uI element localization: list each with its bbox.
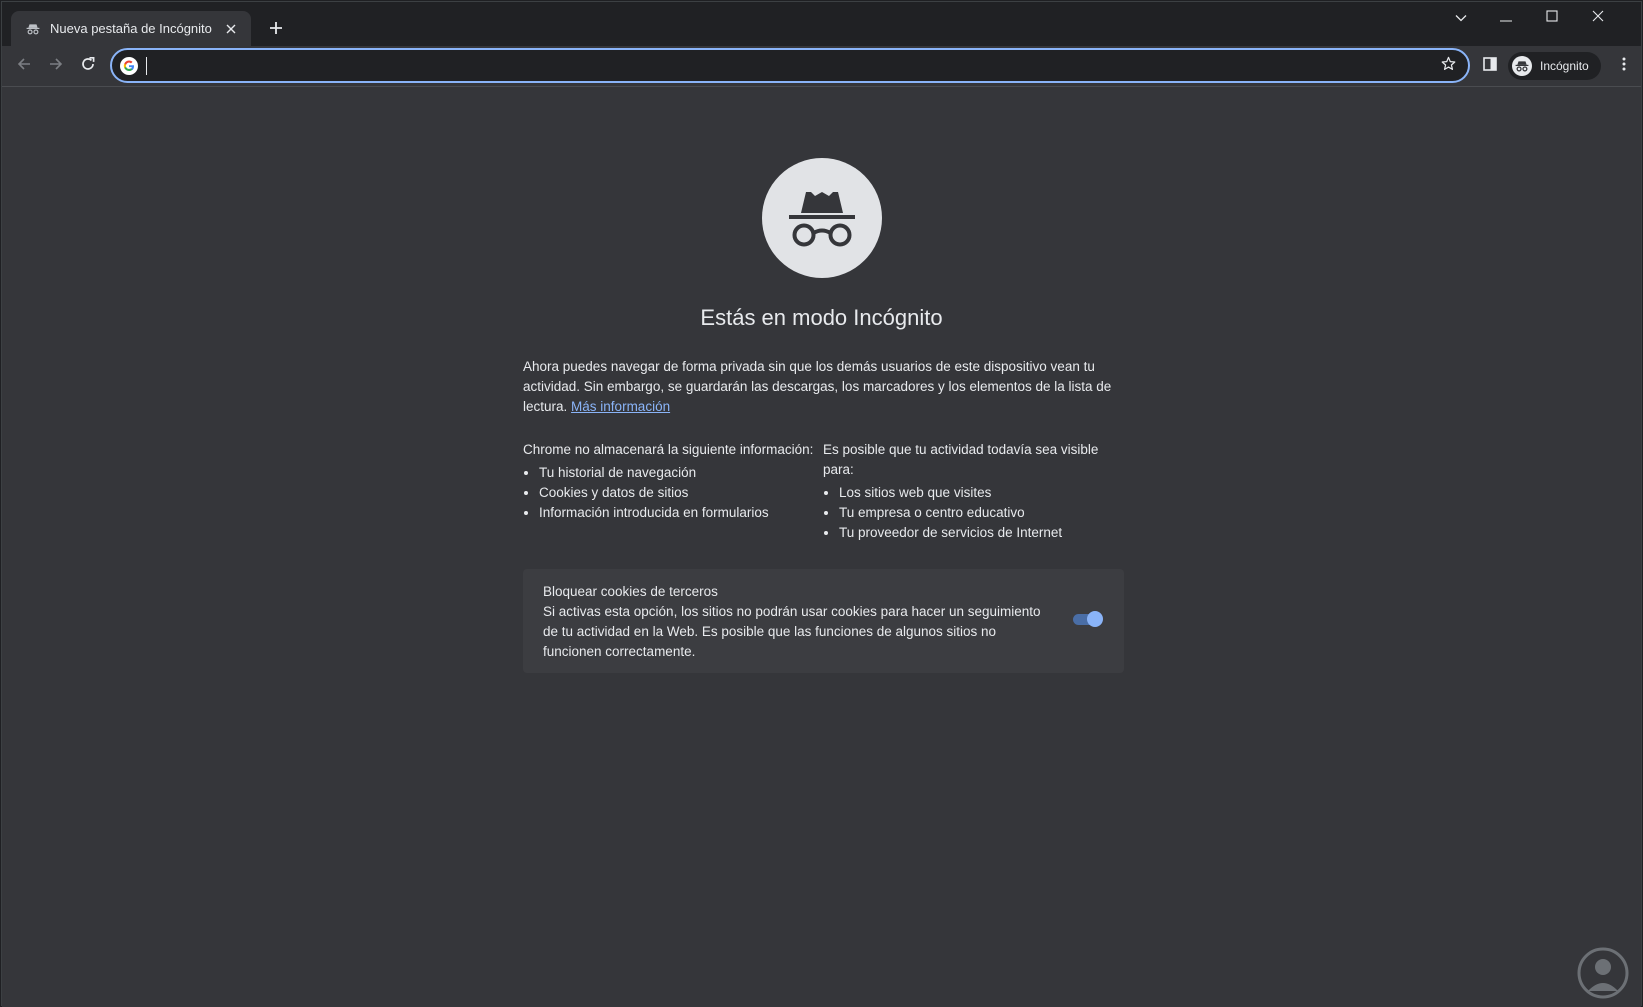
star-icon [1441, 56, 1456, 76]
new-tab-button[interactable] [263, 17, 289, 43]
chevron-down-icon [1455, 9, 1467, 27]
close-icon [1592, 9, 1604, 27]
close-icon[interactable] [221, 19, 241, 39]
may-be-visible-column: Es posible que tu actividad todavía sea … [823, 440, 1123, 543]
minimize-button[interactable] [1483, 2, 1529, 34]
side-panel-icon [1483, 56, 1497, 76]
maximize-icon [1546, 9, 1558, 27]
menu-button[interactable] [1612, 54, 1636, 78]
close-window-button[interactable] [1575, 2, 1621, 34]
cookie-card-description: Si activas esta opción, los sitios no po… [543, 604, 1041, 659]
incognito-new-tab-page: Estás en modo Incógnito Ahora puedes nav… [2, 87, 1641, 1007]
toolbar: Incógnito [2, 46, 1641, 87]
not-saved-header: Chrome no almacenará la siguiente inform… [523, 442, 814, 457]
tab-incognito[interactable]: Nueva pestaña de Incógnito [11, 11, 251, 46]
list-item: Tu historial de navegación [523, 463, 823, 483]
bookmark-star-button[interactable] [1438, 56, 1458, 76]
tab-title: Nueva pestaña de Incógnito [50, 21, 212, 36]
forward-button[interactable] [42, 52, 70, 80]
toggle-knob [1087, 611, 1103, 627]
page-title: Estás en modo Incógnito [700, 305, 943, 330]
profile-label: Incógnito [1540, 59, 1589, 73]
may-be-visible-header: Es posible que tu actividad todavía sea … [823, 442, 1099, 477]
watermark-logo [1576, 947, 1630, 999]
tab-search-button[interactable] [1438, 2, 1484, 34]
arrow-right-icon [48, 56, 64, 77]
arrow-left-icon [16, 56, 32, 77]
text-caret [146, 57, 147, 75]
profile-incognito-button[interactable]: Incógnito [1508, 52, 1601, 80]
not-saved-list: Tu historial de navegación Cookies y dat… [523, 463, 823, 523]
reload-button[interactable] [74, 52, 102, 80]
side-panel-button[interactable] [1478, 54, 1502, 78]
omnibox-input[interactable] [144, 56, 1404, 76]
learn-more-link[interactable]: Más información [571, 399, 670, 414]
incognito-icon [25, 21, 41, 37]
intro-paragraph: Ahora puedes navegar de forma privada si… [523, 357, 1123, 417]
cookie-card-title: Bloquear cookies de terceros [543, 584, 718, 599]
may-be-visible-list: Los sitios web que visites Tu empresa o … [823, 483, 1123, 543]
list-item: Cookies y datos de sitios [523, 483, 823, 503]
minimize-icon [1500, 9, 1512, 27]
back-button[interactable] [10, 52, 38, 80]
address-bar[interactable] [110, 48, 1470, 83]
tab-strip: Nueva pestaña de Incógnito [2, 2, 1641, 46]
reload-icon [80, 56, 96, 77]
plus-icon [269, 21, 283, 40]
incognito-icon [762, 158, 882, 278]
more-vertical-icon [1622, 57, 1626, 76]
list-item: Los sitios web que visites [823, 483, 1123, 503]
browser-window: Nueva pestaña de Incógnito Incógnito Est… [1, 1, 1642, 1007]
third-party-cookies-card: Bloquear cookies de terceros Si activas … [523, 569, 1124, 673]
maximize-button[interactable] [1529, 2, 1575, 34]
list-item: Información introducida en formularios [523, 503, 823, 523]
incognito-icon [1512, 56, 1532, 76]
list-item: Tu proveedor de servicios de Internet [823, 523, 1123, 543]
block-cookies-toggle[interactable] [1071, 609, 1105, 629]
google-icon [120, 57, 138, 75]
not-saved-column: Chrome no almacenará la siguiente inform… [523, 440, 823, 523]
list-item: Tu empresa o centro educativo [823, 503, 1123, 523]
